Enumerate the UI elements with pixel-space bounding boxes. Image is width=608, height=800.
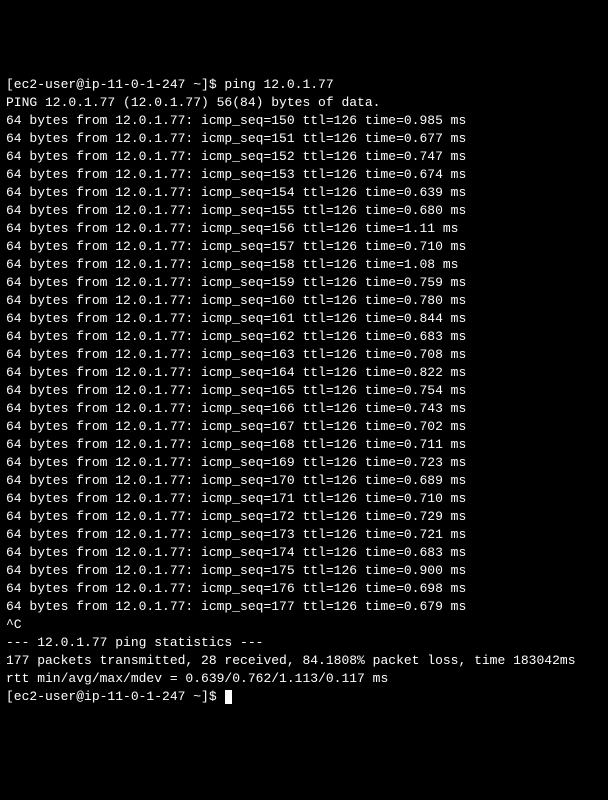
ping-reply: 64 bytes from 12.0.1.77: icmp_seq=150 tt… — [6, 112, 602, 130]
ping-reply: 64 bytes from 12.0.1.77: icmp_seq=154 tt… — [6, 184, 602, 202]
ping-reply: 64 bytes from 12.0.1.77: icmp_seq=174 tt… — [6, 544, 602, 562]
ping-reply: 64 bytes from 12.0.1.77: icmp_seq=171 tt… — [6, 490, 602, 508]
ping-reply: 64 bytes from 12.0.1.77: icmp_seq=155 tt… — [6, 202, 602, 220]
stats-packets: 177 packets transmitted, 28 received, 84… — [6, 652, 602, 670]
ping-reply: 64 bytes from 12.0.1.77: icmp_seq=161 tt… — [6, 310, 602, 328]
ping-reply: 64 bytes from 12.0.1.77: icmp_seq=162 tt… — [6, 328, 602, 346]
ping-reply: 64 bytes from 12.0.1.77: icmp_seq=165 tt… — [6, 382, 602, 400]
prompt-command: [ec2-user@ip-11-0-1-247 ~]$ ping 12.0.1.… — [6, 76, 602, 94]
terminal-output[interactable]: [ec2-user@ip-11-0-1-247 ~]$ ping 12.0.1.… — [6, 76, 602, 706]
ping-reply: 64 bytes from 12.0.1.77: icmp_seq=176 tt… — [6, 580, 602, 598]
prompt-ready[interactable]: [ec2-user@ip-11-0-1-247 ~]$ — [6, 688, 602, 706]
ping-reply: 64 bytes from 12.0.1.77: icmp_seq=153 tt… — [6, 166, 602, 184]
ping-reply: 64 bytes from 12.0.1.77: icmp_seq=172 tt… — [6, 508, 602, 526]
ping-reply: 64 bytes from 12.0.1.77: icmp_seq=170 tt… — [6, 472, 602, 490]
interrupt: ^C — [6, 616, 602, 634]
ping-reply: 64 bytes from 12.0.1.77: icmp_seq=151 tt… — [6, 130, 602, 148]
ping-reply: 64 bytes from 12.0.1.77: icmp_seq=167 tt… — [6, 418, 602, 436]
ping-header: PING 12.0.1.77 (12.0.1.77) 56(84) bytes … — [6, 94, 602, 112]
ping-reply: 64 bytes from 12.0.1.77: icmp_seq=175 tt… — [6, 562, 602, 580]
ping-reply: 64 bytes from 12.0.1.77: icmp_seq=166 tt… — [6, 400, 602, 418]
ping-reply: 64 bytes from 12.0.1.77: icmp_seq=159 tt… — [6, 274, 602, 292]
ping-reply: 64 bytes from 12.0.1.77: icmp_seq=169 tt… — [6, 454, 602, 472]
ping-reply: 64 bytes from 12.0.1.77: icmp_seq=157 tt… — [6, 238, 602, 256]
ping-reply: 64 bytes from 12.0.1.77: icmp_seq=158 tt… — [6, 256, 602, 274]
ping-reply: 64 bytes from 12.0.1.77: icmp_seq=160 tt… — [6, 292, 602, 310]
ping-reply: 64 bytes from 12.0.1.77: icmp_seq=163 tt… — [6, 346, 602, 364]
stats-header: --- 12.0.1.77 ping statistics --- — [6, 634, 602, 652]
ping-reply: 64 bytes from 12.0.1.77: icmp_seq=156 tt… — [6, 220, 602, 238]
ping-reply: 64 bytes from 12.0.1.77: icmp_seq=168 tt… — [6, 436, 602, 454]
ping-reply: 64 bytes from 12.0.1.77: icmp_seq=164 tt… — [6, 364, 602, 382]
ping-reply: 64 bytes from 12.0.1.77: icmp_seq=177 tt… — [6, 598, 602, 616]
ping-reply: 64 bytes from 12.0.1.77: icmp_seq=152 tt… — [6, 148, 602, 166]
stats-rtt: rtt min/avg/max/mdev = 0.639/0.762/1.113… — [6, 670, 602, 688]
ping-reply: 64 bytes from 12.0.1.77: icmp_seq=173 tt… — [6, 526, 602, 544]
cursor-icon — [225, 690, 232, 704]
